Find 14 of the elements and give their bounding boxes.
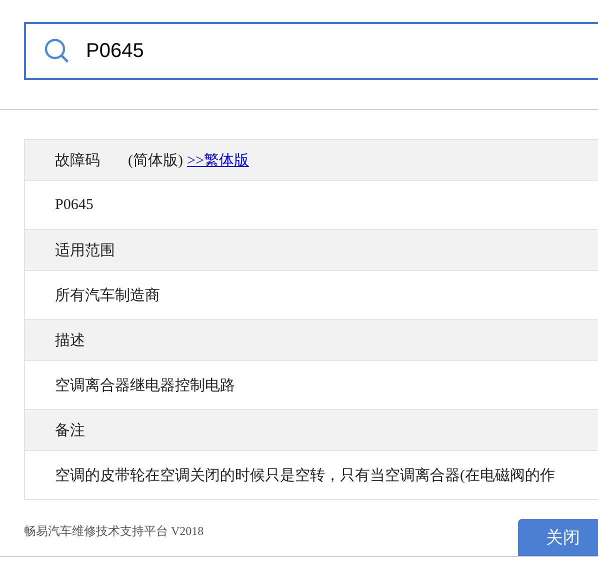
section-value: 所有汽车制造商: [55, 286, 160, 304]
version-label: (简体版): [128, 152, 183, 170]
search-field[interactable]: P0645: [24, 22, 598, 80]
section-value: 空调的皮带轮在空调关闭的时候只是空转，只有当空调离合器(在电磁阀的作: [55, 466, 555, 484]
close-button[interactable]: 关闭: [518, 519, 598, 556]
section-label: 适用范围: [55, 242, 115, 260]
traditional-link[interactable]: >>繁体版: [187, 150, 249, 170]
section-value: 空调离合器继电器控制电路: [55, 376, 235, 394]
section-label: 描述: [55, 332, 85, 350]
section-label: 故障码: [55, 152, 100, 170]
platform-version: 畅易汽车维修技术支持平台 V2018: [24, 523, 204, 540]
search-icon: [44, 38, 70, 64]
section-label: 备注: [55, 422, 85, 440]
section-value: P0645: [55, 196, 94, 214]
